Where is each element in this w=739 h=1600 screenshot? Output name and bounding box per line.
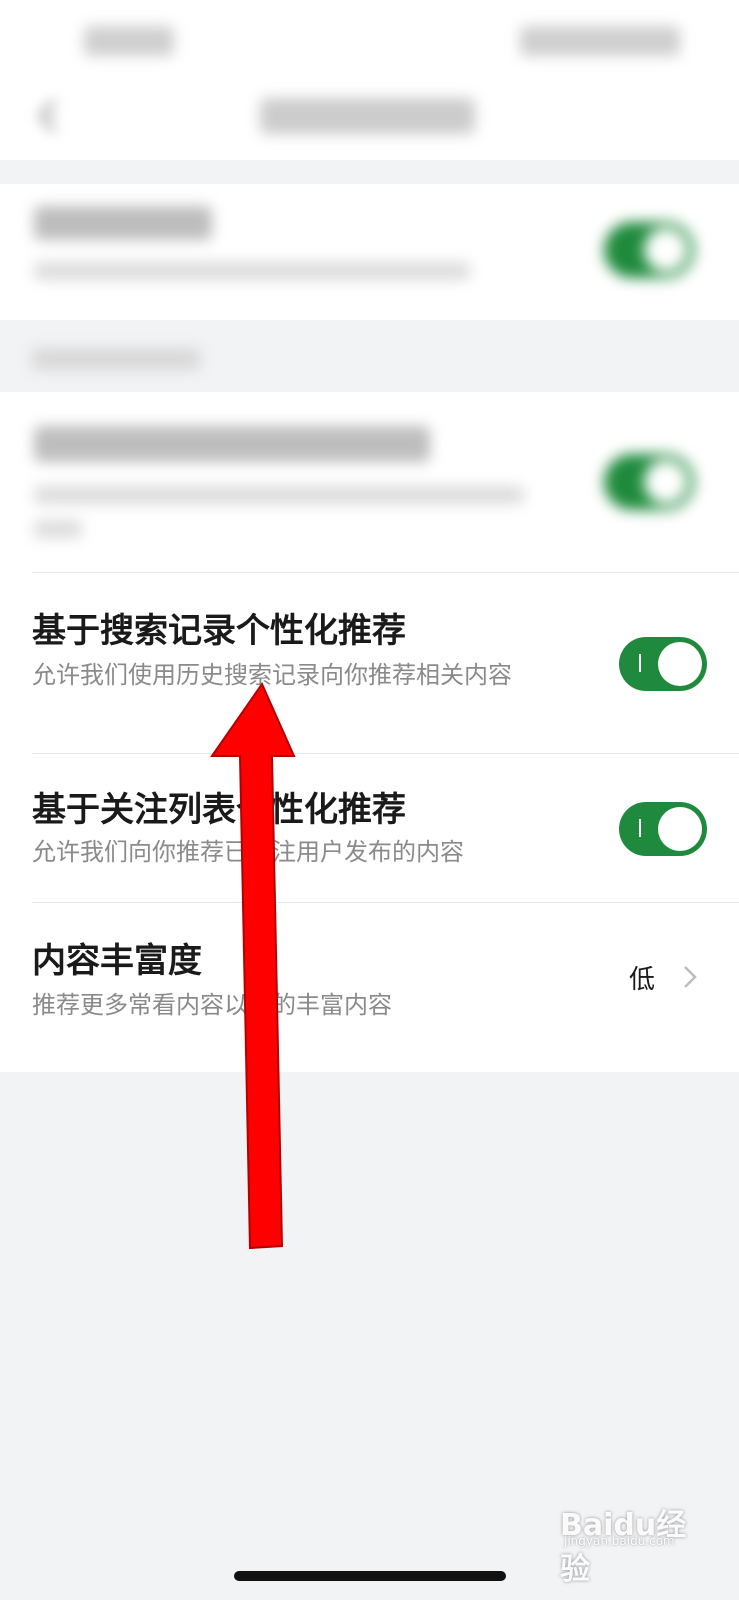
follow-list-toggle[interactable] — [619, 802, 707, 856]
search-history-toggle[interactable] — [619, 637, 707, 691]
blurred-master-setting — [0, 184, 739, 320]
setting-row-content-richness[interactable]: 内容丰富度 推荐更多常看内容以外的丰富内容 低 — [0, 903, 739, 1051]
watermark-url: jingyan.baidu.com — [564, 1534, 675, 1548]
setting-desc: 推荐更多常看内容以外的丰富内容 — [32, 991, 392, 1019]
status-bar-indicators — [520, 26, 680, 56]
blurred-setting-desc-line2 — [34, 520, 82, 538]
back-arrow-icon[interactable] — [36, 98, 60, 134]
chevron-right-icon — [684, 966, 697, 988]
blurred-setting-title — [34, 206, 212, 240]
setting-title: 内容丰富度 — [32, 941, 202, 981]
setting-desc: 允许我们向你推荐已关注用户发布的内容 — [32, 838, 464, 866]
status-bar-time — [84, 26, 174, 56]
spacer — [0, 160, 739, 184]
toggle-knob — [658, 807, 702, 851]
page-title — [260, 98, 475, 134]
blurred-setting-row — [0, 392, 739, 572]
home-indicator[interactable] — [234, 1571, 506, 1581]
settings-group: 基于搜索记录个性化推荐 允许我们使用历史搜索记录向你推荐相关内容 基于关注列表个… — [0, 392, 739, 1072]
top-bar — [0, 0, 739, 160]
blurred-toggle[interactable] — [604, 222, 694, 278]
setting-value: 低 — [628, 965, 655, 995]
toggle-on-mark — [639, 819, 641, 837]
setting-row-follow-list[interactable]: 基于关注列表个性化推荐 允许我们向你推荐已关注用户发布的内容 — [0, 754, 739, 902]
setting-title: 基于搜索记录个性化推荐 — [32, 611, 406, 651]
blurred-section-label — [32, 348, 200, 370]
blurred-setting-desc — [34, 486, 524, 504]
blurred-toggle[interactable] — [604, 454, 694, 510]
toggle-knob — [658, 642, 702, 686]
baidu-watermark: Baidu经验 jingyan.baidu.com — [560, 1500, 710, 1587]
blurred-setting-title — [34, 426, 430, 462]
setting-desc: 允许我们使用历史搜索记录向你推荐相关内容 — [32, 661, 512, 689]
blurred-setting-desc — [34, 262, 470, 280]
setting-title: 基于关注列表个性化推荐 — [32, 790, 406, 830]
setting-row-search-history[interactable]: 基于搜索记录个性化推荐 允许我们使用历史搜索记录向你推荐相关内容 — [0, 573, 739, 753]
toggle-on-mark — [639, 654, 641, 672]
